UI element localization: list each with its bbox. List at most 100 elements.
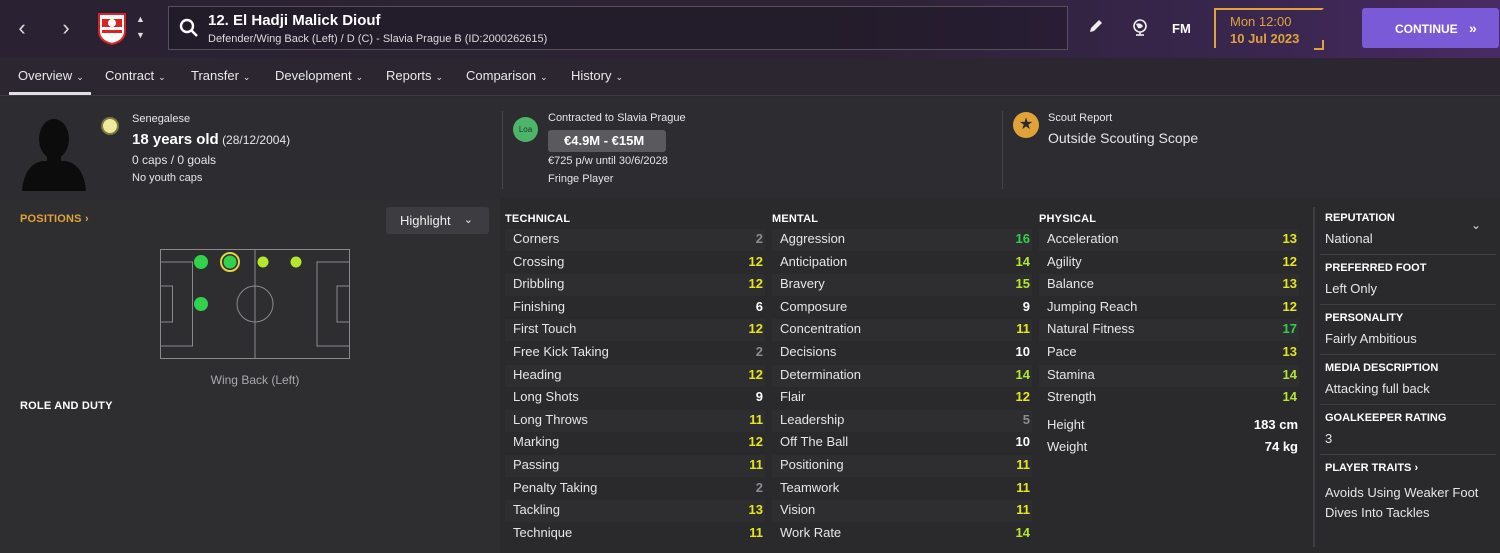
- attribute-name: Dribbling: [513, 276, 565, 292]
- attribute-value: 12: [748, 253, 763, 269]
- attribute-row[interactable]: Off The Ball 10: [772, 432, 1032, 454]
- top-bar: ‹ › ▲ ▼ 12. El Hadji Malick Diouf Defend…: [0, 0, 1500, 58]
- attribute-row[interactable]: Technique 11: [505, 523, 765, 545]
- scout-report-title: Scout Report: [1048, 112, 1113, 124]
- attribute-row[interactable]: Penalty Taking 2: [505, 478, 765, 500]
- attribute-value: 2: [755, 231, 763, 246]
- attribute-value: 12: [748, 434, 763, 450]
- attribute-name: Leadership: [780, 411, 845, 427]
- attribute-row[interactable]: Determination 14: [772, 365, 1032, 387]
- attribute-row[interactable]: Aggression 16: [772, 229, 1032, 251]
- attribute-row[interactable]: Flair 12: [772, 387, 1032, 409]
- tab-transfer[interactable]: Transfer ⌄: [191, 68, 250, 83]
- club-crest-icon[interactable]: [96, 11, 128, 46]
- chevron-down-icon: ⌄: [435, 72, 444, 82]
- position-dot-wbl[interactable]: [223, 255, 237, 269]
- tab-reports[interactable]: Reports ⌄: [386, 68, 443, 83]
- player-search-box[interactable]: 12. El Hadji Malick Diouf Defender/Wing …: [168, 6, 1068, 50]
- attribute-row[interactable]: Marking 12: [505, 432, 765, 454]
- attribute-row[interactable]: Anticipation 14: [772, 252, 1032, 274]
- positions-heading[interactable]: POSITIONS ›: [20, 213, 89, 225]
- attribute-row[interactable]: Agility 12: [1039, 252, 1299, 274]
- attribute-row[interactable]: Strength 14: [1039, 387, 1299, 409]
- chevron-down-icon[interactable]: ▼: [136, 30, 145, 40]
- attribute-name: Off The Ball: [780, 434, 849, 450]
- continue-label: CONTINUE: [1395, 22, 1458, 36]
- chevron-up-icon[interactable]: ▲: [136, 14, 145, 24]
- position-dot-ml[interactable]: [257, 256, 269, 268]
- player-traits-title: PLAYER TRAITS: [1325, 462, 1412, 474]
- attribute-name: Natural Fitness: [1047, 321, 1135, 337]
- mental-heading: MENTAL: [772, 213, 819, 225]
- player-traits-heading[interactable]: PLAYER TRAITS ›: [1325, 462, 1418, 474]
- back-button[interactable]: ‹: [8, 14, 36, 42]
- attribute-row[interactable]: Vision 11: [772, 500, 1032, 522]
- attribute-row[interactable]: Stamina 14: [1039, 365, 1299, 387]
- position-dot-dc[interactable]: [194, 297, 208, 311]
- forward-button[interactable]: ›: [52, 14, 80, 42]
- globe-icon[interactable]: [1131, 18, 1149, 41]
- attribute-name: Composure: [780, 298, 848, 314]
- position-dot-dl[interactable]: [194, 255, 208, 269]
- attribute-name: Work Rate: [780, 524, 842, 540]
- age: 18 years old: [132, 131, 219, 148]
- attribute-row[interactable]: Jumping Reach 12: [1039, 297, 1299, 319]
- player-trait: Dives Into Tackles: [1325, 505, 1430, 520]
- tab-contract[interactable]: Contract ⌄: [105, 68, 166, 83]
- attribute-name: Acceleration: [1047, 231, 1119, 246]
- attribute-row[interactable]: First Touch 12: [505, 319, 765, 341]
- attribute-row[interactable]: Long Throws 11: [505, 410, 765, 432]
- tab-overview[interactable]: Overview ⌄: [18, 68, 84, 83]
- fm-menu-button[interactable]: FM: [1172, 21, 1191, 36]
- attribute-row[interactable]: Corners 2: [505, 229, 765, 251]
- attribute-row[interactable]: Acceleration 13: [1039, 229, 1299, 251]
- attribute-value: 14: [1282, 366, 1297, 382]
- player-silhouette-icon: [18, 113, 90, 196]
- attribute-name: Passing: [513, 457, 560, 472]
- tab-label: History: [571, 68, 612, 83]
- attribute-row[interactable]: Crossing 12: [505, 252, 765, 274]
- attribute-row[interactable]: Natural Fitness 17: [1039, 319, 1299, 341]
- attribute-row[interactable]: Pace 13: [1039, 342, 1299, 364]
- attribute-value: 9: [1022, 298, 1030, 314]
- attribute-row[interactable]: Teamwork 11: [772, 478, 1032, 500]
- continue-button[interactable]: CONTINUE »: [1362, 8, 1499, 48]
- attribute-row[interactable]: Heading 12: [505, 365, 765, 387]
- mental-attributes: Aggression 16 Anticipation 14 Bravery 15 Compo…: [772, 229, 1032, 549]
- attribute-row[interactable]: Balance 13: [1039, 274, 1299, 296]
- chevron-down-icon[interactable]: ⌄: [1471, 218, 1481, 232]
- nationality-flag-icon[interactable]: [101, 117, 119, 135]
- attribute-row[interactable]: Free Kick Taking 2: [505, 342, 765, 364]
- attribute-row[interactable]: Long Shots 9: [505, 387, 765, 409]
- attribute-value: 11: [1016, 502, 1030, 518]
- attribute-value: 12: [1282, 253, 1297, 269]
- attribute-row[interactable]: Passing 11: [505, 455, 765, 477]
- media-description-value: Attacking full back: [1325, 381, 1430, 396]
- divider: [1320, 454, 1496, 455]
- search-icon: [179, 18, 198, 37]
- attribute-value: 14: [1282, 389, 1297, 405]
- tab-history[interactable]: History ⌄: [571, 68, 623, 83]
- highlight-dropdown[interactable]: Highlight ⌄: [386, 207, 489, 234]
- attribute-row[interactable]: Concentration 11: [772, 319, 1032, 341]
- attribute-row[interactable]: Finishing 6: [505, 297, 765, 319]
- attribute-value: 12: [748, 366, 763, 382]
- attribute-value: 14: [1015, 524, 1030, 540]
- attribute-row[interactable]: Bravery 15: [772, 274, 1032, 296]
- edit-icon[interactable]: [1088, 18, 1104, 39]
- attribute-row[interactable]: Composure 9: [772, 297, 1032, 319]
- attribute-row[interactable]: Work Rate 14: [772, 523, 1032, 545]
- tab-bar: Overview ⌄ Contract ⌄ Transfer ⌄ Developmen…: [0, 58, 1500, 96]
- attribute-row[interactable]: Dribbling 12: [505, 274, 765, 296]
- attribute-row[interactable]: Positioning 11: [772, 455, 1032, 477]
- youth-caps: No youth caps: [132, 172, 203, 184]
- attribute-row[interactable]: Tackling 13: [505, 500, 765, 522]
- attribute-row[interactable]: Decisions 10: [772, 342, 1032, 364]
- tab-development[interactable]: Development ⌄: [275, 68, 363, 83]
- attribute-row[interactable]: Leadership 5: [772, 410, 1032, 432]
- position-dot-aml[interactable]: [290, 256, 302, 268]
- attribute-name: Concentration: [780, 321, 861, 337]
- transfer-value[interactable]: €4.9M - €15M: [548, 130, 666, 152]
- tab-comparison[interactable]: Comparison ⌄: [466, 68, 548, 83]
- attribute-name: Free Kick Taking: [513, 344, 609, 359]
